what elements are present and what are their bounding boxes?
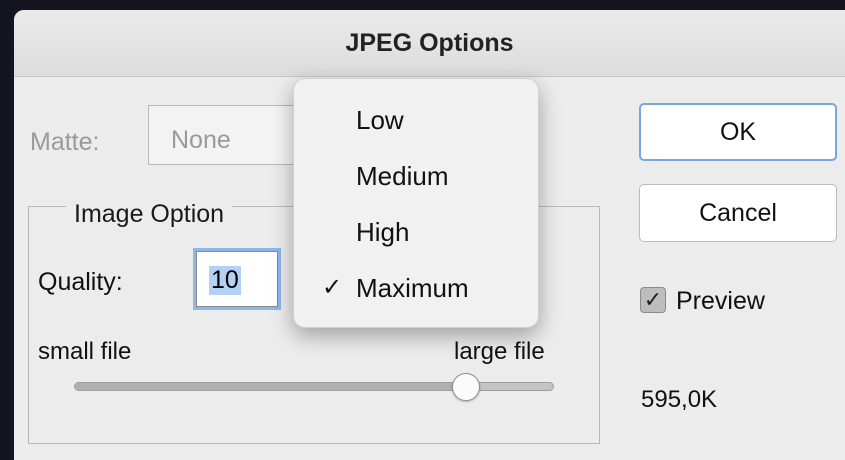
quality-slider-track[interactable] <box>74 382 554 391</box>
quality-slider-thumb[interactable] <box>452 373 480 401</box>
menu-item-low[interactable]: Low <box>294 93 538 149</box>
preview-checkbox[interactable]: ✓ <box>640 287 666 313</box>
menu-item-label: High <box>356 217 410 247</box>
dialog-title: JPEG Options <box>14 10 845 77</box>
matte-select[interactable]: None <box>148 105 313 165</box>
quality-slider-fill <box>75 383 467 390</box>
menu-item-maximum[interactable]: ✓ Maximum <box>294 261 538 317</box>
menu-item-label: Maximum <box>356 273 469 303</box>
menu-item-medium[interactable]: Medium <box>294 149 538 205</box>
quality-label: Quality: <box>38 268 123 296</box>
matte-label: Matte: <box>30 128 100 156</box>
small-file-label: small file <box>38 338 132 365</box>
jpeg-options-dialog: JPEG Options Matte: None Image Option Qu… <box>14 10 845 460</box>
menu-item-label: Medium <box>356 161 449 191</box>
menu-item-high[interactable]: High <box>294 205 538 261</box>
image-options-title: Image Option <box>66 200 233 229</box>
file-size: 595,0K <box>641 386 718 413</box>
large-file-label: large file <box>454 338 545 365</box>
cancel-button[interactable]: Cancel <box>639 184 837 242</box>
quality-dropdown-menu: Low Medium High ✓ Maximum <box>293 78 539 328</box>
checkmark-icon: ✓ <box>322 274 343 301</box>
matte-value: None <box>171 126 231 154</box>
ok-button[interactable]: OK <box>639 103 837 161</box>
preview-label: Preview <box>676 287 765 315</box>
menu-item-label: Low <box>356 105 404 135</box>
quality-input[interactable]: 10 <box>196 251 278 307</box>
quality-value: 10 <box>209 266 241 295</box>
